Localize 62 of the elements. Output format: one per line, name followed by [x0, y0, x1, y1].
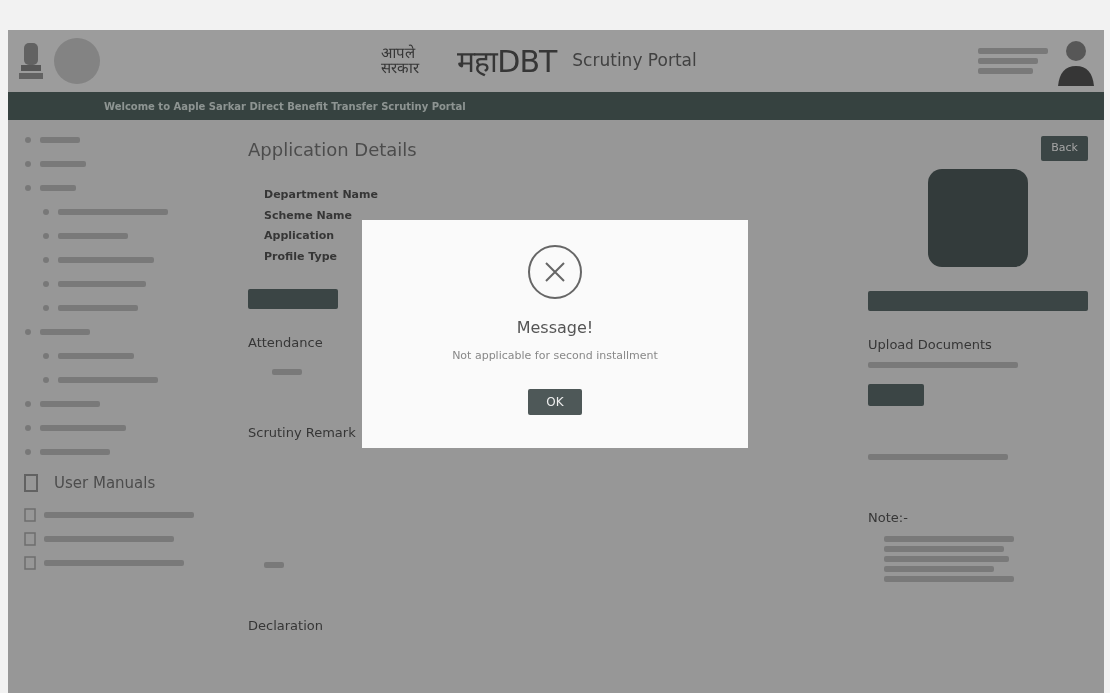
dialog-title: Message! — [516, 317, 594, 339]
manual-link-bar[interactable] — [44, 559, 184, 566]
bullet-icon — [24, 400, 32, 408]
menu-item-bar[interactable] — [40, 185, 76, 191]
logo-tagline: आपले सरकार — [381, 46, 421, 76]
error-icon — [527, 244, 583, 300]
document-icon — [24, 507, 36, 522]
bullet-icon — [42, 232, 50, 240]
menu-item-bar[interactable] — [40, 401, 100, 407]
logo-text: महाDBT — [457, 42, 557, 81]
bullet-icon — [42, 280, 50, 288]
document-icon — [24, 555, 36, 570]
page-title: Application Details — [248, 138, 418, 162]
menu-item-bar[interactable] — [58, 233, 128, 239]
back-button[interactable]: Back — [1041, 136, 1088, 161]
bullet-icon — [42, 352, 50, 360]
manuals-title: User Manuals — [54, 473, 156, 494]
menu-item-bar[interactable] — [58, 281, 146, 287]
bullet-icon — [24, 448, 32, 456]
detail-label: Department Name — [264, 187, 379, 203]
welcome-text: Welcome to Aaple Sarkar Direct Benefit Transfer Scrutiny Portal — [104, 99, 466, 114]
user-detail-bar — [978, 68, 1033, 74]
section-label: Scrutiny Remark — [248, 423, 357, 442]
book-icon — [24, 474, 38, 493]
manual-link-bar[interactable] — [44, 535, 174, 542]
user-role-bar — [978, 58, 1038, 64]
section-label: Upload Documents — [868, 335, 993, 354]
detail-label: Profile Type — [264, 248, 338, 265]
menu-item-bar[interactable] — [40, 449, 110, 455]
menu-item-bar[interactable] — [40, 329, 90, 335]
menu-item-bar[interactable] — [58, 353, 134, 359]
menu-item-bar[interactable] — [40, 137, 80, 143]
menu-item-bar[interactable] — [58, 257, 154, 263]
menu-item-bar[interactable] — [58, 305, 138, 311]
section-label: Note:- — [868, 509, 909, 527]
menu-item-bar[interactable] — [58, 209, 168, 215]
bullet-icon — [24, 424, 32, 432]
bullet-icon — [42, 208, 50, 216]
bullet-icon — [24, 160, 32, 168]
field-value-bar — [272, 368, 302, 375]
section-label: Declaration — [248, 617, 324, 635]
bullet-icon — [42, 256, 50, 264]
bullet-icon — [24, 136, 32, 144]
text-bar — [264, 562, 284, 568]
bullet-icon — [24, 328, 32, 336]
menu-item-bar[interactable] — [40, 425, 126, 431]
portal-title: Scrutiny Portal — [572, 49, 697, 73]
upload-button[interactable] — [868, 384, 924, 406]
section-label: Attendance — [248, 334, 324, 352]
seal-logo — [54, 38, 100, 84]
document-icon — [24, 531, 36, 546]
menu-item-bar[interactable] — [58, 377, 158, 383]
bullet-icon — [42, 304, 50, 312]
detail-label: Scheme Name — [264, 207, 354, 224]
menu-item-bar[interactable] — [40, 161, 86, 167]
bullet-icon — [24, 184, 32, 192]
dialog-message: Not applicable for second installment — [452, 348, 658, 364]
ok-button[interactable]: OK — [528, 388, 582, 415]
user-name-bar — [978, 48, 1048, 54]
bullet-icon — [42, 376, 50, 384]
detail-label: Application — [264, 228, 336, 244]
manual-link-bar[interactable] — [44, 511, 194, 518]
